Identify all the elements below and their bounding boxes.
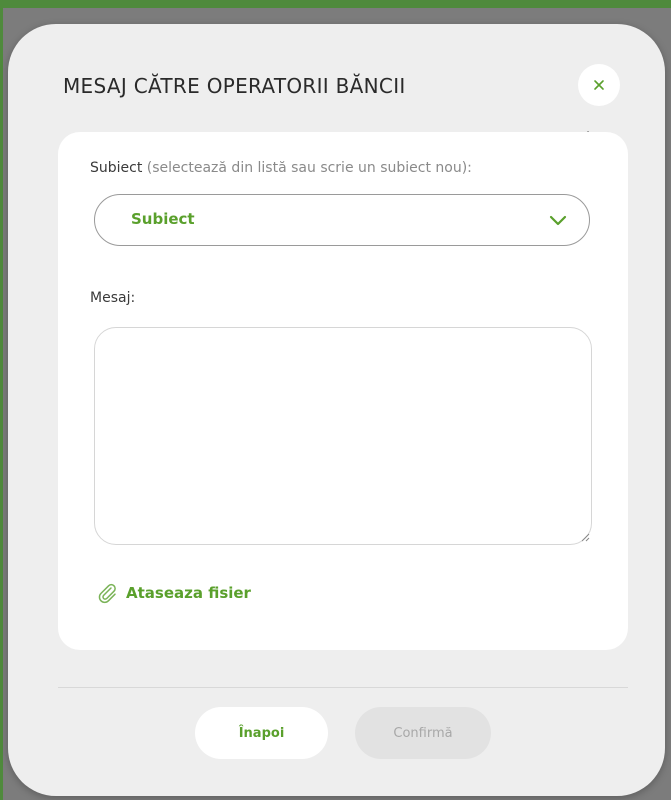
subject-hint: (selectează din listă sau scrie un subie…	[146, 160, 472, 176]
subject-select[interactable]: Subiect	[94, 194, 590, 246]
resize-handle-icon[interactable]	[580, 532, 590, 542]
dialog-title: MESAJ CĂTRE OPERATORII BĂNCII	[63, 74, 406, 98]
confirm-button[interactable]: Confirmă	[355, 707, 491, 759]
message-label: Mesaj:	[90, 290, 136, 306]
attach-file-label: Ataseaza fisier	[126, 584, 251, 602]
close-button[interactable]	[578, 64, 620, 106]
backdrop-top-strip	[0, 0, 671, 8]
close-icon	[594, 80, 604, 90]
subject-select-value: Subiect	[131, 210, 195, 228]
back-button[interactable]: Înapoi	[195, 707, 328, 759]
backdrop-left-strip	[0, 0, 3, 800]
footer-divider	[58, 687, 628, 688]
chevron-down-icon	[549, 215, 567, 226]
attach-file-link[interactable]: Ataseaza fisier	[96, 582, 251, 604]
message-textarea[interactable]	[94, 327, 592, 545]
paperclip-icon	[98, 583, 116, 604]
subject-label-text: Subiect	[90, 160, 143, 176]
subject-label: Subiect (selectează din listă sau scrie …	[90, 160, 472, 176]
form-card: Subiect (selectează din listă sau scrie …	[58, 132, 628, 650]
message-dialog: MESAJ CĂTRE OPERATORII BĂNCII Subiect (s…	[8, 24, 665, 796]
